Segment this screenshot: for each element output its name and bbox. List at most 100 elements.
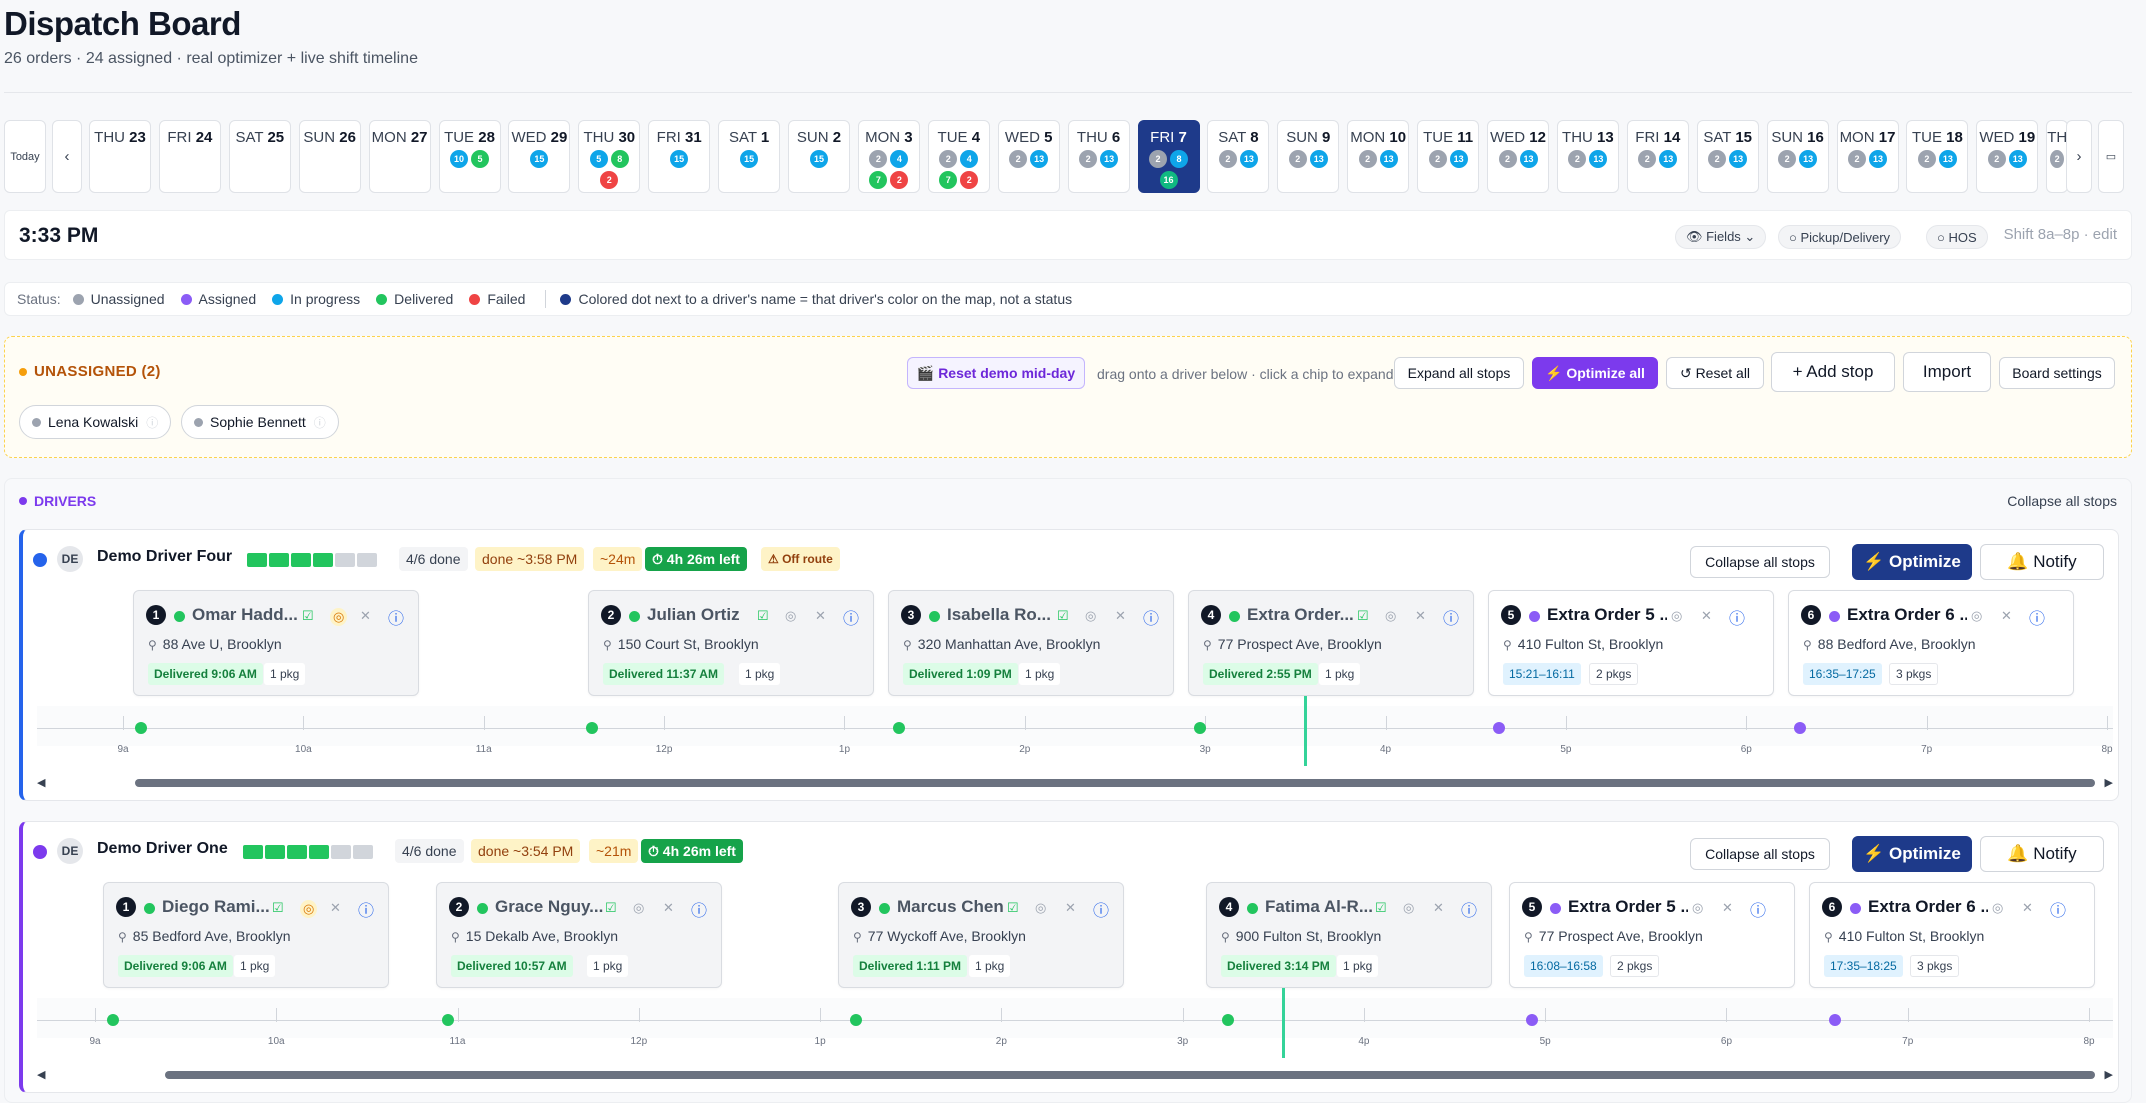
remove-stop-icon[interactable]: ✕ <box>1722 900 1733 916</box>
driver-name[interactable]: Demo Driver Four <box>97 548 232 566</box>
date-chip[interactable]: FRI 24 <box>158 120 221 193</box>
date-chip[interactable]: WED 29 15 <box>508 120 571 193</box>
info-icon[interactable]: ⓘ <box>2050 897 2066 921</box>
timeline-scrollbar[interactable]: ◀ ▶ <box>37 776 2113 790</box>
info-icon[interactable]: ⓘ <box>1443 605 1459 629</box>
timeline-stop-marker[interactable] <box>1794 722 1807 734</box>
remove-stop-icon[interactable]: ✕ <box>360 608 371 624</box>
hos-toggle[interactable]: ○ HOS <box>1926 225 1988 249</box>
timeline-stop-marker[interactable] <box>1526 1014 1539 1026</box>
date-chip[interactable]: THU 23 <box>89 120 151 193</box>
reset-demo-button[interactable]: 🎬 Reset demo mid-day <box>907 357 1085 389</box>
info-icon[interactable]: ⓘ <box>1729 605 1745 629</box>
date-chip[interactable]: FRI 14 2 13 <box>1626 120 1689 193</box>
next-week-button[interactable]: › <box>2066 120 2092 193</box>
geofence-icon[interactable]: ◎ <box>1385 608 1396 624</box>
date-chip[interactable]: THU 6 2 13 <box>1067 120 1130 193</box>
info-icon[interactable]: ⓘ <box>843 605 859 629</box>
remove-stop-icon[interactable]: ✕ <box>1415 608 1426 624</box>
remove-stop-icon[interactable]: ✕ <box>2022 900 2033 916</box>
timeline-stop-marker[interactable] <box>892 722 905 734</box>
timeline-stop-marker[interactable] <box>1193 722 1206 734</box>
date-chip[interactable]: THU 30 5 8 2 <box>578 120 641 193</box>
stop-card[interactable]: 2 Grace Nguy... ☑ ◎ ✕ ⓘ ⚲ 15 Dekalb Ave, Brookl… <box>436 882 722 988</box>
date-chip[interactable]: MON 10 2 13 <box>1347 120 1410 193</box>
date-chip[interactable]: WED 19 2 13 <box>1976 120 2039 193</box>
date-chip[interactable]: WED 12 2 13 <box>1487 120 1549 193</box>
timeline-stop-marker[interactable] <box>1221 1014 1234 1026</box>
date-chip[interactable]: FRI 31 15 <box>648 120 711 193</box>
stop-card[interactable]: 6 Extra Order 6 ... ◎ ✕ ⓘ ⚲ 88 Bedford Ave, Br… <box>1788 590 2074 696</box>
remove-stop-icon[interactable]: ✕ <box>1701 608 1712 624</box>
shift-edit-link[interactable]: Shift 8a–8p · edit <box>2004 226 2117 243</box>
scroll-left-arrow-icon[interactable]: ◀ <box>37 776 45 789</box>
info-icon[interactable]: ⓘ <box>1143 605 1159 629</box>
date-chip[interactable]: SUN 9 2 13 <box>1277 120 1340 193</box>
stop-card[interactable]: 5 Extra Order 5 ... ◎ ✕ ⓘ ⚲ 77 Prospect Ave, B… <box>1509 882 1795 988</box>
date-chip[interactable]: MON 27 <box>368 120 431 193</box>
today-button[interactable]: Today <box>4 120 46 193</box>
geofence-icon[interactable]: ◎ <box>633 900 644 916</box>
date-chip[interactable]: TUE 42472 <box>927 120 990 193</box>
stop-card[interactable]: 6 Extra Order 6 ... ◎ ✕ ⓘ ⚲ 410 Fulton St, Bro… <box>1809 882 2095 988</box>
date-chip[interactable]: SUN 2 15 <box>788 120 850 193</box>
remove-stop-icon[interactable]: ✕ <box>663 900 674 916</box>
date-chip[interactable]: FRI 7 2 8 16 <box>1137 120 1200 193</box>
date-chip[interactable]: SUN 16 2 13 <box>1766 120 1829 193</box>
info-icon[interactable]: ⓘ <box>1093 897 1109 921</box>
scroll-right-arrow-icon[interactable]: ▶ <box>2105 776 2113 789</box>
date-chip[interactable]: TUE 11 2 13 <box>1417 120 1480 193</box>
date-chip[interactable]: SAT 8 2 13 <box>1207 120 1270 193</box>
stop-card[interactable]: 5 Extra Order 5 ... ◎ ✕ ⓘ ⚲ 410 Fulton St, Bro… <box>1488 590 1774 696</box>
timeline-stop-marker[interactable] <box>1493 722 1506 734</box>
scrollbar-thumb[interactable] <box>135 779 2095 787</box>
geofence-icon[interactable]: ◎ <box>785 608 796 624</box>
timeline-stop-marker[interactable] <box>850 1014 863 1026</box>
date-chip[interactable]: TH 2 <box>2046 120 2069 193</box>
timeline-stop-marker[interactable] <box>135 722 148 734</box>
info-icon[interactable]: ⓘ <box>1461 897 1477 921</box>
info-icon[interactable]: ⓘ <box>2029 605 2045 629</box>
geofence-icon[interactable]: ◎ <box>1971 608 1982 624</box>
add-stop-button[interactable]: + Add stop <box>1771 352 1895 392</box>
date-chip[interactable]: THU 13 2 13 <box>1556 120 1619 193</box>
date-chip[interactable]: SAT 15 2 13 <box>1696 120 1759 193</box>
stop-card[interactable]: 3 Marcus Chen ☑ ◎ ✕ ⓘ ⚲ 77 Wyckoff Ave, Brookly… <box>838 882 1124 988</box>
stop-card[interactable]: 1 Diego Rami... ☑ ◎ ✕ ⓘ ⚲ 85 Bedford Ave, Brook… <box>103 882 389 988</box>
optimize-all-button[interactable]: ⚡ Optimize all <box>1532 357 1658 389</box>
collapse-all-stops-link[interactable]: Collapse all stops <box>2007 493 2117 509</box>
stop-card[interactable]: 1 Omar Hadd... ☑ ◎ ✕ ⓘ ⚲ 88 Ave U, Brooklyn Deli… <box>133 590 419 696</box>
stop-card[interactable]: 4 Fatima Al-R... ☑ ◎ ✕ ⓘ ⚲ 900 Fulton St, Brook… <box>1206 882 1492 988</box>
collapse-stops-button[interactable]: Collapse all stops <box>1690 838 1830 870</box>
collapse-stops-button[interactable]: Collapse all stops <box>1690 546 1830 578</box>
stop-card[interactable]: 2 Julian Ortiz ☑ ◎ ✕ ⓘ ⚲ 150 Court St, Brooklyn… <box>588 590 874 696</box>
geofence-icon[interactable]: ◎ <box>300 900 318 918</box>
driver-name[interactable]: Demo Driver One <box>97 840 228 858</box>
timeline-stop-marker[interactable] <box>107 1014 120 1026</box>
remove-stop-icon[interactable]: ✕ <box>815 608 826 624</box>
timeline-stop-marker[interactable] <box>442 1014 455 1026</box>
scrollbar-thumb[interactable] <box>165 1071 2095 1079</box>
date-chip[interactable]: MON 32472 <box>857 120 920 193</box>
date-chip[interactable]: TUE 28 10 5 <box>438 120 501 193</box>
geofence-icon[interactable]: ◎ <box>1403 900 1414 916</box>
geofence-icon[interactable]: ◎ <box>1085 608 1096 624</box>
info-icon[interactable]: ⓘ <box>358 897 374 921</box>
remove-stop-icon[interactable]: ✕ <box>1433 900 1444 916</box>
reset-all-button[interactable]: ↺ Reset all <box>1666 357 1764 389</box>
import-button[interactable]: Import <box>1903 352 1991 392</box>
info-icon[interactable]: ⓘ <box>388 605 404 629</box>
timeline-stop-marker[interactable] <box>1829 1014 1842 1026</box>
stop-card[interactable]: 4 Extra Order... ☑ ◎ ✕ ⓘ ⚲ 77 Prospect Ave, Bro… <box>1188 590 1474 696</box>
timeline-scrollbar[interactable]: ◀ ▶ <box>37 1068 2113 1082</box>
info-icon[interactable]: ⓘ <box>1750 897 1766 921</box>
scroll-left-arrow-icon[interactable]: ◀ <box>37 1068 45 1081</box>
notify-button[interactable]: 🔔 Notify <box>1980 836 2104 872</box>
remove-stop-icon[interactable]: ✕ <box>2001 608 2012 624</box>
geofence-icon[interactable]: ◎ <box>1035 900 1046 916</box>
date-chip[interactable]: TUE 18 2 13 <box>1906 120 1969 193</box>
geofence-icon[interactable]: ◎ <box>1692 900 1703 916</box>
stop-card[interactable]: 3 Isabella Ro... ☑ ◎ ✕ ⓘ ⚲ 320 Manhattan Ave, B… <box>888 590 1174 696</box>
geofence-icon[interactable]: ◎ <box>1671 608 1682 624</box>
board-settings-button[interactable]: Board settings <box>1999 357 2115 389</box>
